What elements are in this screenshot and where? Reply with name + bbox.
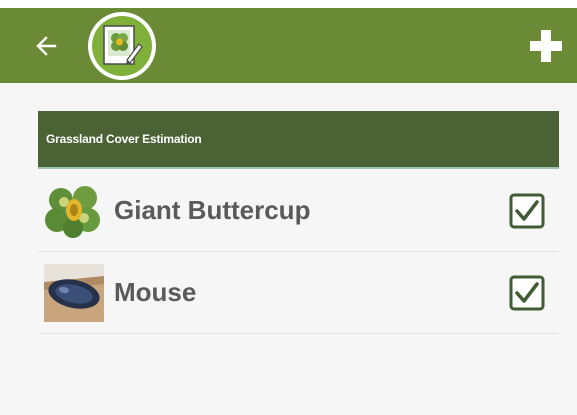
checkbox-checked-icon[interactable] (509, 193, 545, 229)
add-button[interactable] (526, 26, 566, 66)
list-item-giant-buttercup[interactable]: Giant Buttercup (38, 170, 559, 252)
list-item-label: Mouse (114, 277, 197, 307)
plant-survey-logo-icon (92, 16, 152, 76)
section-title: Grassland Cover Estimation (46, 132, 202, 146)
list-item-mouse[interactable]: Mouse (38, 252, 559, 334)
checkbox-checked-icon[interactable] (509, 275, 545, 311)
list-item-label: Giant Buttercup (114, 195, 311, 225)
app-bar (0, 8, 577, 83)
arrow-left-icon (36, 36, 57, 56)
buttercup-thumbnail (44, 181, 104, 240)
section-header: Grassland Cover Estimation (38, 111, 559, 169)
mouse-thumbnail (44, 263, 104, 322)
plus-icon (530, 30, 562, 62)
status-strip (0, 0, 577, 8)
app-logo (88, 12, 156, 80)
back-button[interactable] (30, 30, 62, 62)
content-area: Grassland Cover Estimation Giant Butterc… (0, 83, 577, 415)
